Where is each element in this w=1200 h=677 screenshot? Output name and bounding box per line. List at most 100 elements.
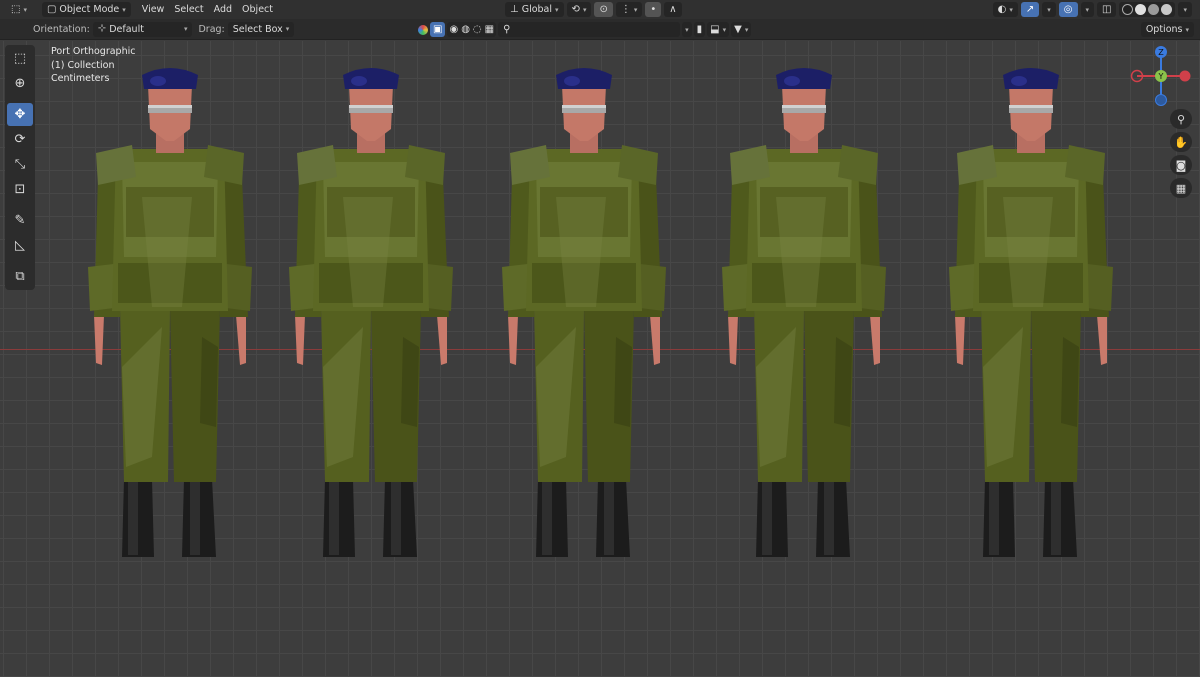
transform-tool[interactable]: ⊡ xyxy=(7,178,33,201)
filter-dropdown[interactable]: ▾ xyxy=(682,22,692,37)
xray-toggle[interactable]: ◫ xyxy=(1097,2,1117,17)
falloff-curve-icon: ∧ xyxy=(669,3,677,15)
pivot-point-dropdown[interactable]: ⟲ ▾ xyxy=(566,2,592,17)
grid-filter-icon: ▦ xyxy=(484,23,495,35)
soldier-model-5[interactable] xyxy=(943,67,1119,559)
xray-icon: ◫ xyxy=(1102,3,1112,15)
globe-icon: ◉ xyxy=(449,23,459,35)
menu-select[interactable]: Select xyxy=(169,2,208,17)
scale-icon: ⤡ xyxy=(14,157,26,172)
search-input[interactable]: ⚲ xyxy=(498,22,681,37)
chevron-down-icon: ▾ xyxy=(122,5,126,14)
rotate-tool[interactable]: ⟳ xyxy=(7,128,33,151)
transform-orientation-dropdown[interactable]: ⊥ Global ▾ xyxy=(505,2,564,17)
soldier-model-4[interactable] xyxy=(716,67,892,559)
options-label: Options xyxy=(1145,24,1183,35)
select-box-icon: ⬚ xyxy=(13,51,27,66)
measure-tool[interactable]: ◺ xyxy=(7,234,33,257)
color-wheel-icon[interactable] xyxy=(418,24,428,35)
bookmark-icon: ▮ xyxy=(696,23,703,35)
orientation-global-icon: ⊥ xyxy=(510,3,519,15)
rotate-icon: ⟳ xyxy=(14,132,26,147)
search-icon: ⚲ xyxy=(503,23,511,35)
object-type-filter[interactable]: ▣ xyxy=(430,22,446,37)
camera-icon: ◙ xyxy=(1175,158,1187,172)
orientation-label: Orientation: xyxy=(33,23,90,35)
soldier-model-3[interactable] xyxy=(496,67,672,559)
overlays-toggle[interactable]: ◎ xyxy=(1058,2,1078,17)
chevron-down-icon: ▾ xyxy=(183,25,188,33)
3d-viewport[interactable]: Port Orthographic (1) Collection Centime… xyxy=(0,41,1200,677)
sort-button[interactable]: ⬓ ▾ xyxy=(707,22,730,37)
gizmo-icon: ↗ xyxy=(1025,3,1035,15)
transform-icon: ⊡ xyxy=(14,182,26,197)
solid-shading-icon[interactable] xyxy=(1135,4,1147,15)
zoom-button[interactable]: ⚲ xyxy=(1170,109,1192,129)
mode-label: Object Mode xyxy=(59,4,120,15)
navigation-gizmo[interactable]: Z Y xyxy=(1128,43,1194,109)
funnel-button[interactable]: ▼ ▾ xyxy=(731,22,752,37)
pencil-icon: ✎ xyxy=(14,213,26,228)
navigation-buttons: ⚲ ✋ ◙ ▦ xyxy=(1170,109,1192,198)
orientation-value: Default xyxy=(109,23,144,35)
filter-icons[interactable]: ◉ ◍ ◌ ▦ xyxy=(447,22,497,37)
perspective-toggle-button[interactable]: ▦ xyxy=(1170,178,1192,198)
pivot-icon: ⟲ xyxy=(571,3,580,15)
toolbar: ⬚ ⊕ ✥ ⟳ ⤡ ⊡ ✎ ◺ ⧉ xyxy=(5,45,35,290)
chevron-down-icon: ▾ xyxy=(633,5,638,14)
material-shading-icon[interactable] xyxy=(1148,4,1160,15)
chevron-down-icon: ▾ xyxy=(744,25,749,34)
proportional-edit-icon: • xyxy=(650,3,657,15)
gizmo-dropdown[interactable]: ▾ xyxy=(1042,2,1056,17)
pan-button[interactable]: ✋ xyxy=(1170,132,1192,152)
add-cube-tool[interactable]: ⧉ xyxy=(7,265,33,288)
gizmo-neg-z-handle[interactable] xyxy=(1155,94,1167,106)
orientation-dropdown[interactable]: ⊹ Default ▾ xyxy=(92,21,193,37)
transform-controls: ⊥ Global ▾ ⟲ ▾ ⊙ ⋮ ▾ • ∧ xyxy=(505,2,682,17)
chevron-down-icon: ▾ xyxy=(555,5,559,14)
overlays-icon: ◎ xyxy=(1063,3,1073,15)
show-gizmo-dropdown[interactable]: ◐ ▾ xyxy=(992,2,1018,17)
drag-label: Drag: xyxy=(198,23,225,35)
overlays-dropdown[interactable]: ▾ xyxy=(1080,2,1095,17)
add-cube-icon: ⧉ xyxy=(15,269,25,284)
options-dropdown[interactable]: Options ▾ xyxy=(1140,22,1194,37)
menu-view[interactable]: View xyxy=(137,2,170,17)
snap-increment-icon: ⋮ xyxy=(620,3,631,15)
falloff-dropdown[interactable]: ∧ xyxy=(664,2,682,17)
drag-value: Select Box xyxy=(232,23,283,35)
grid-view-icon: ▦ xyxy=(1175,181,1187,195)
snap-toggle[interactable]: ⊙ xyxy=(594,2,613,17)
wireframe-shading-icon[interactable] xyxy=(1122,4,1134,15)
cursor-tool[interactable]: ⊕ xyxy=(7,72,33,95)
sort-icon: ⬓ xyxy=(710,23,720,35)
rendered-shading-icon[interactable] xyxy=(1161,4,1173,15)
proportional-edit-toggle[interactable]: • xyxy=(645,2,662,17)
view-name: Port Orthographic xyxy=(51,46,136,57)
select-box-tool[interactable]: ⬚ xyxy=(7,47,33,70)
gizmo-x-handle[interactable] xyxy=(1179,70,1191,82)
scale-tool[interactable]: ⤡ xyxy=(7,153,33,176)
editor-type-button[interactable]: ⬚ ▾ xyxy=(6,2,32,17)
menu-add[interactable]: Add xyxy=(209,2,237,17)
soldier-model-1[interactable] xyxy=(82,67,258,559)
shading-dropdown[interactable]: ▾ xyxy=(1178,2,1192,17)
editor-header: ⬚ ▾ ▢ Object Mode ▾ View Select Add Objec… xyxy=(0,0,1200,19)
chevron-down-icon: ▾ xyxy=(1047,5,1051,14)
snap-target-dropdown[interactable]: ⋮ ▾ xyxy=(615,2,643,17)
chevron-down-icon: ▾ xyxy=(1009,5,1013,14)
mode-dropdown[interactable]: ▢ Object Mode ▾ xyxy=(41,2,131,17)
move-tool[interactable]: ✥ xyxy=(7,103,33,126)
menu-object[interactable]: Object xyxy=(237,2,278,17)
soldier-model-2[interactable] xyxy=(283,67,459,559)
cursor-icon: ⊕ xyxy=(14,76,26,91)
camera-view-button[interactable]: ◙ xyxy=(1170,155,1192,175)
gizmo-toggle[interactable]: ↗ xyxy=(1020,2,1040,17)
drag-dropdown[interactable]: Select Box ▾ xyxy=(227,21,295,37)
viewport-display-controls: ◐ ▾ ↗ ▾ ◎ ▾ ◫ ▾ xyxy=(992,2,1192,17)
chevron-down-icon: ▾ xyxy=(582,5,587,14)
annotate-tool[interactable]: ✎ xyxy=(7,209,33,232)
bookmark-button[interactable]: ▮ xyxy=(693,22,706,37)
chevron-down-icon: ▾ xyxy=(722,25,727,34)
camera-filter-icon: ◍ xyxy=(461,23,470,35)
